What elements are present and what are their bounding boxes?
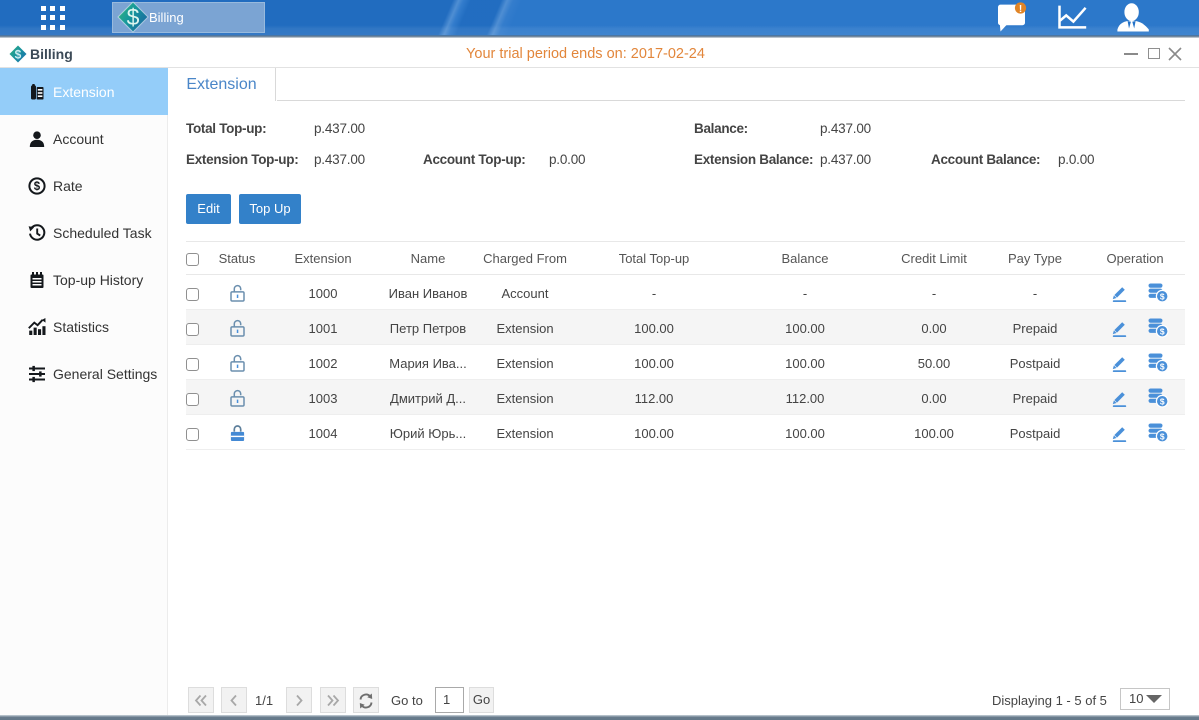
svg-text:!: ! [1019,4,1022,15]
svg-text:$: $ [34,181,41,193]
svg-text:$: $ [1160,431,1165,441]
svg-text:$: $ [127,4,140,30]
svg-text:$: $ [1160,291,1165,301]
svg-text:$: $ [1160,396,1165,406]
svg-text:$: $ [1160,361,1165,371]
svg-text:$: $ [1160,326,1165,336]
